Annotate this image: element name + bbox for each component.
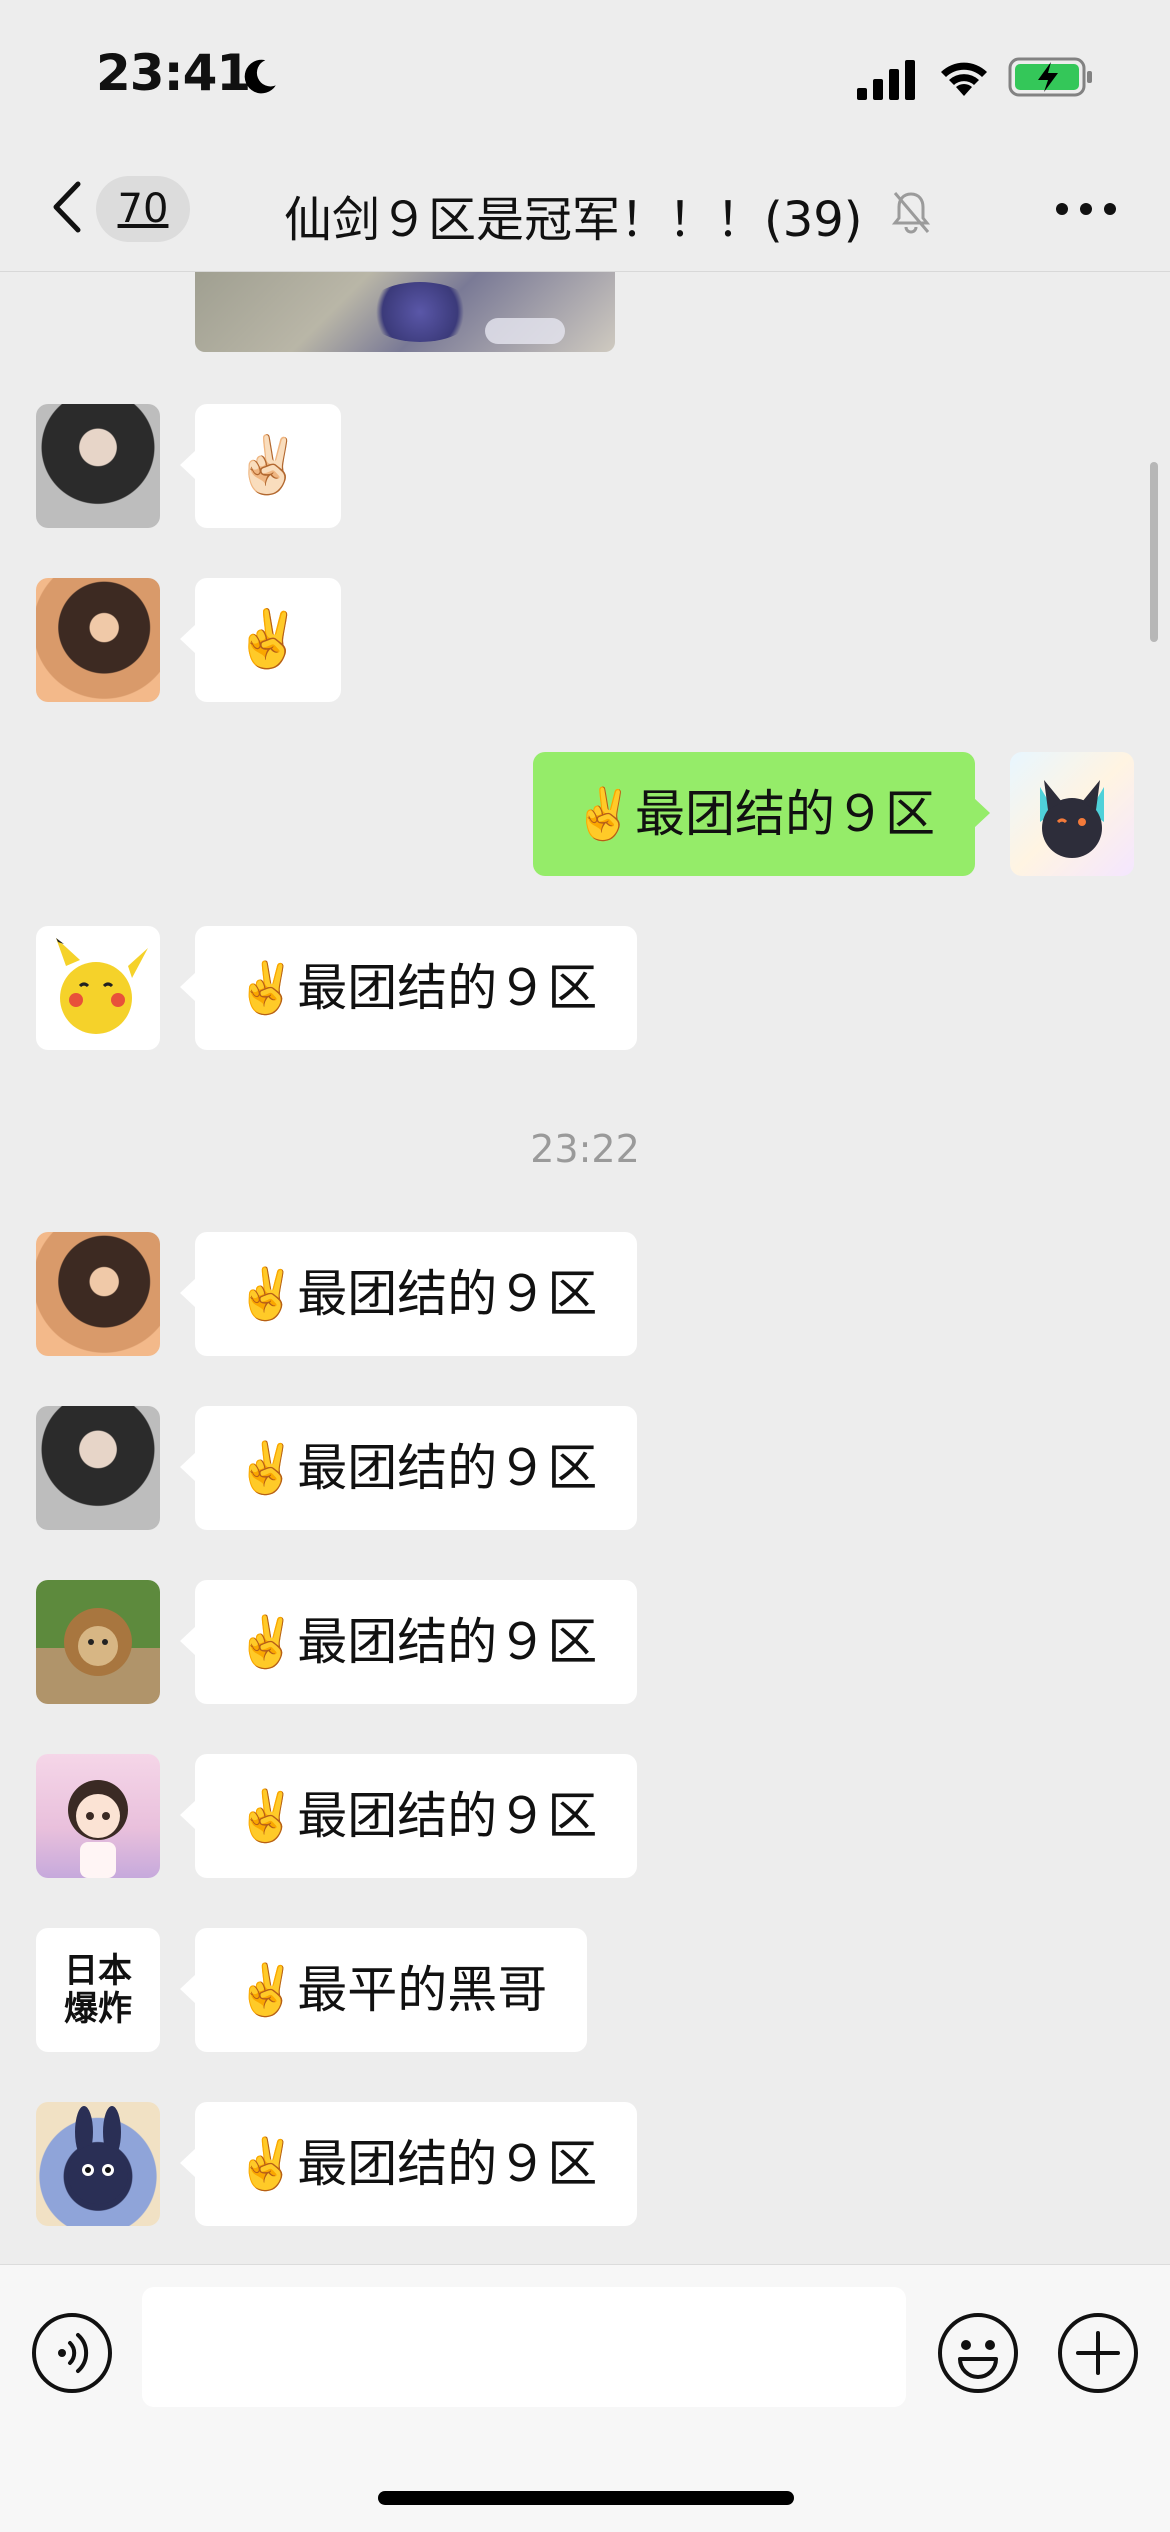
avatar-text: 日本 爆炸 [64,1951,132,2029]
home-indicator [378,2491,794,2505]
avatar[interactable] [36,1232,160,1356]
avatar[interactable] [36,2102,160,2226]
more-button[interactable] [1054,194,1118,224]
message-bubble[interactable]: ✌️最团结的９区 [179,1754,638,1878]
plus-button[interactable] [1056,2311,1140,2395]
message-row: ✌️最团结的９区 [0,1754,1170,1878]
emoji-button[interactable] [936,2311,1020,2395]
message-timestamp: 23:22 [530,1127,640,1171]
avatar[interactable]: 日本 爆炸 [36,1928,160,2052]
status-bar: 23:41 [0,0,1170,150]
page-title[interactable]: 仙剑９区是冠军！！！(39) [284,180,863,250]
chevron-left-icon [53,181,81,233]
wifi-icon [941,62,987,96]
image-message[interactable] [195,272,615,352]
message-bubble[interactable]: ✌🏻 [180,404,341,528]
message-row: ✌️最团结的９区 [0,752,1170,876]
avatar[interactable] [36,926,160,1050]
message-row: ✌🏻 [0,404,1170,528]
message-input[interactable] [142,2287,906,2407]
moon-icon [244,59,276,94]
message-bubble[interactable]: ✌️最团结的９区 [179,926,638,1050]
chat-message-list[interactable]: ✌🏻 ✌️ ✌️最团结的９区 ✌️最团结的９区 23:22 ✌️最团结的９区 ✌… [0,272,1170,2264]
avatar[interactable] [36,1406,160,1530]
message-row: ✌️最团结的９区 [0,926,1170,1050]
avatar[interactable] [36,578,160,702]
message-bubble[interactable]: ✌️最团结的９区 [179,1232,638,1356]
message-row: ✌️ [0,578,1170,702]
message-bubble[interactable]: ✌️最平的黑哥 [179,1928,588,2052]
avatar[interactable] [36,404,160,528]
unread-count-badge[interactable]: 70 [96,176,190,242]
avatar-self[interactable] [1010,752,1134,876]
image-detail [365,282,475,342]
back-button[interactable] [40,174,100,240]
message-row: ✌️最团结的９区 [0,1580,1170,1704]
input-bar [0,2264,1170,2532]
voice-icon [58,2349,66,2357]
ellipsis-icon [1056,203,1068,215]
voice-button[interactable] [30,2311,114,2395]
message-row: ✌️最团结的９区 [0,1406,1170,1530]
bell-off-icon [891,192,931,234]
battery-charging-icon [1008,57,1092,97]
message-bubble-self[interactable]: ✌️最团结的９区 [532,752,991,876]
message-row: 日本 爆炸 ✌️最平的黑哥 [0,1928,1170,2052]
message-bubble[interactable]: ✌️最团结的９区 [179,1406,638,1530]
message-row: ✌️最团结的９区 [0,2102,1170,2226]
cartoon-cat-avatar-art [1040,780,1104,858]
avatar[interactable] [36,1580,160,1704]
message-bubble[interactable]: ✌️最团结的９区 [179,2102,638,2226]
nav-bar: 70 仙剑９区是冠军！！！(39) [0,150,1170,272]
status-time: 23:41 [96,44,251,102]
anime-girl-avatar-art [68,1780,128,1878]
smiley-icon [938,2313,1018,2393]
scrollbar[interactable] [1150,462,1158,642]
signal-icon [857,60,915,100]
image-detail-chip [485,318,565,344]
avatar[interactable] [36,1754,160,1878]
message-bubble[interactable]: ✌️最团结的９区 [179,1580,638,1704]
pikachu-avatar-art [56,938,148,1034]
message-row: ✌️最团结的９区 [0,1232,1170,1356]
lion-avatar-art [64,1608,132,1676]
rabbit-avatar-art [68,2106,128,2204]
message-bubble[interactable]: ✌️ [180,578,341,702]
